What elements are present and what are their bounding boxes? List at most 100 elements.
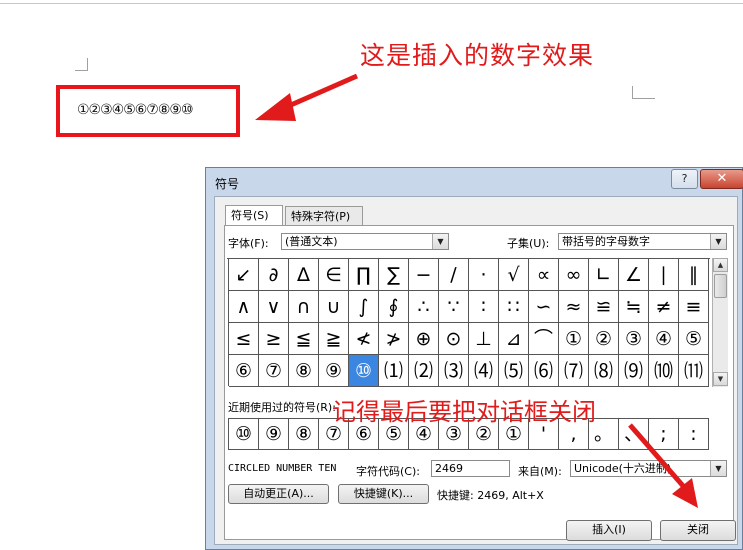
scroll-down-icon[interactable]: ▼ [713,372,728,386]
symbol-cell[interactable]: ∶ [469,291,499,323]
symbol-cell[interactable]: ⑾ [679,355,709,387]
symbol-cell[interactable]: ∧ [229,291,259,323]
symbol-cell[interactable]: ∮ [379,291,409,323]
tab-special-characters[interactable]: 特殊字符(P) [285,206,363,225]
margin-corner-mark [632,86,655,99]
symbol-cell[interactable]: ∕ [439,259,469,291]
symbol-cell[interactable]: √ [499,259,529,291]
symbol-cell[interactable]: ∽ [529,291,559,323]
help-button[interactable]: ? [671,169,698,189]
symbol-cell[interactable]: ≠ [649,291,679,323]
symbol-cell[interactable]: ⑹ [529,355,559,387]
symbol-cell[interactable]: ≒ [619,291,649,323]
symbol-cell[interactable]: ⊕ [409,323,439,355]
symbol-cell[interactable]: ⑺ [559,355,589,387]
font-select[interactable]: (普通文本) ▼ [281,233,449,250]
symbol-cell[interactable]: ⑽ [649,355,679,387]
symbol-cell[interactable]: ∷ [499,291,529,323]
symbol-cell[interactable]: ≯ [379,323,409,355]
symbol-cell[interactable]: ⑦ [259,355,289,387]
symbol-cell[interactable]: ⊥ [469,323,499,355]
shortcut-key-button[interactable]: 快捷键(K)... [338,484,429,504]
symbol-cell[interactable]: ⑧ [289,355,319,387]
scroll-thumb[interactable] [714,274,727,298]
symbol-cell[interactable]: ∩ [289,291,319,323]
symbol-cell[interactable]: ⑸ [499,355,529,387]
dialog-title: 符号 [215,177,240,191]
annotation-inserted-effect: 这是插入的数字效果 [360,41,595,70]
dialog-close-button[interactable]: 关闭 [660,520,736,541]
inserted-circled-numbers[interactable]: ①②③④⑤⑥⑦⑧⑨⑩ [77,102,194,118]
font-label: 字体(F): [228,237,269,250]
symbol-cell[interactable]: ≤ [229,323,259,355]
shortcut-text: 快捷键: 2469, Alt+X [437,489,544,502]
symbol-cell[interactable]: ∵ [439,291,469,323]
symbol-cell[interactable]: ∥ [679,259,709,291]
chevron-down-icon[interactable]: ▼ [432,234,448,249]
symbol-cell[interactable]: ≧ [319,323,349,355]
symbol-cell[interactable]: ≦ [289,323,319,355]
scroll-up-icon[interactable]: ▲ [713,258,728,272]
symbol-cell[interactable]: ② [589,323,619,355]
symbol-cell[interactable]: ⑴ [379,355,409,387]
symbol-cell[interactable]: ⑵ [409,355,439,387]
symbol-cell[interactable]: ∨ [259,291,289,323]
symbol-cell[interactable]: ∈ [319,259,349,291]
dialog-titlebar[interactable]: 符号 ? ✕ [206,168,743,196]
symbol-cell[interactable]: ∠ [619,259,649,291]
symbol-cell[interactable]: ↙ [229,259,259,291]
recent-symbol-cell[interactable]: ⑧ [289,418,319,450]
symbol-grid-scrollbar[interactable]: ▲ ▼ [712,258,728,387]
symbol-cell[interactable]: ∝ [529,259,559,291]
symbol-cell[interactable]: ① [559,323,589,355]
symbol-cell[interactable]: ≥ [259,323,289,355]
tab-symbols[interactable]: 符号(S) [225,205,283,226]
symbol-cell[interactable]: ≌ [589,291,619,323]
symbol-cell[interactable]: · [469,259,499,291]
grid-top-border [227,258,710,259]
symbol-cell[interactable]: ∴ [409,291,439,323]
recent-left-border [228,418,229,450]
symbol-cell[interactable]: − [409,259,439,291]
recent-symbol-cell[interactable]: : [679,418,709,450]
symbol-cell[interactable]: ∏ [349,259,379,291]
symbol-cell[interactable]: ⑻ [589,355,619,387]
recent-symbol-cell[interactable]: ⑨ [259,418,289,450]
chevron-down-icon[interactable]: ▼ [710,461,726,476]
symbol-cell[interactable]: ⑨ [319,355,349,387]
symbol-cell[interactable]: ⌒ [529,323,559,355]
symbol-cell[interactable]: ⑤ [679,323,709,355]
symbol-cell[interactable]: ≮ [349,323,379,355]
symbol-cell[interactable]: ∫ [349,291,379,323]
symbol-cell[interactable]: ④ [649,323,679,355]
symbol-cell[interactable]: ∂ [259,259,289,291]
from-select[interactable]: Unicode(十六进制) ▼ [570,460,727,477]
symbol-cell[interactable]: ⑩ [349,355,379,387]
symbol-cell[interactable]: ⊙ [439,323,469,355]
symbol-cell[interactable]: ∟ [589,259,619,291]
subset-select-value: 带括号的字母数字 [562,235,650,248]
chevron-down-icon[interactable]: ▼ [710,234,726,249]
from-label: 来自(M): [518,465,562,478]
insert-button[interactable]: 插入(I) [566,520,652,541]
symbol-cell[interactable]: ≡ [679,291,709,323]
symbol-cell[interactable]: ⑼ [619,355,649,387]
subset-select[interactable]: 带括号的字母数字 ▼ [558,233,727,250]
recent-symbol-cell[interactable]: 、 [619,418,649,450]
symbol-cell[interactable]: ⊿ [499,323,529,355]
symbol-cell[interactable]: ③ [619,323,649,355]
symbol-cell[interactable]: ⑶ [439,355,469,387]
close-icon[interactable]: ✕ [700,169,743,189]
recent-symbol-cell[interactable]: ⑩ [229,418,259,450]
symbol-cell[interactable]: ⑷ [469,355,499,387]
symbol-cell[interactable]: ∪ [319,291,349,323]
autocorrect-button[interactable]: 自动更正(A)... [228,484,329,504]
symbol-cell[interactable]: ∑ [379,259,409,291]
symbol-cell[interactable]: ⑥ [229,355,259,387]
symbol-cell[interactable]: ∣ [649,259,679,291]
char-code-input[interactable]: 2469 [431,460,510,477]
recent-symbol-cell[interactable]: ; [649,418,679,450]
symbol-cell[interactable]: ≈ [559,291,589,323]
symbol-cell[interactable]: ∆ [289,259,319,291]
symbol-cell[interactable]: ∞ [559,259,589,291]
